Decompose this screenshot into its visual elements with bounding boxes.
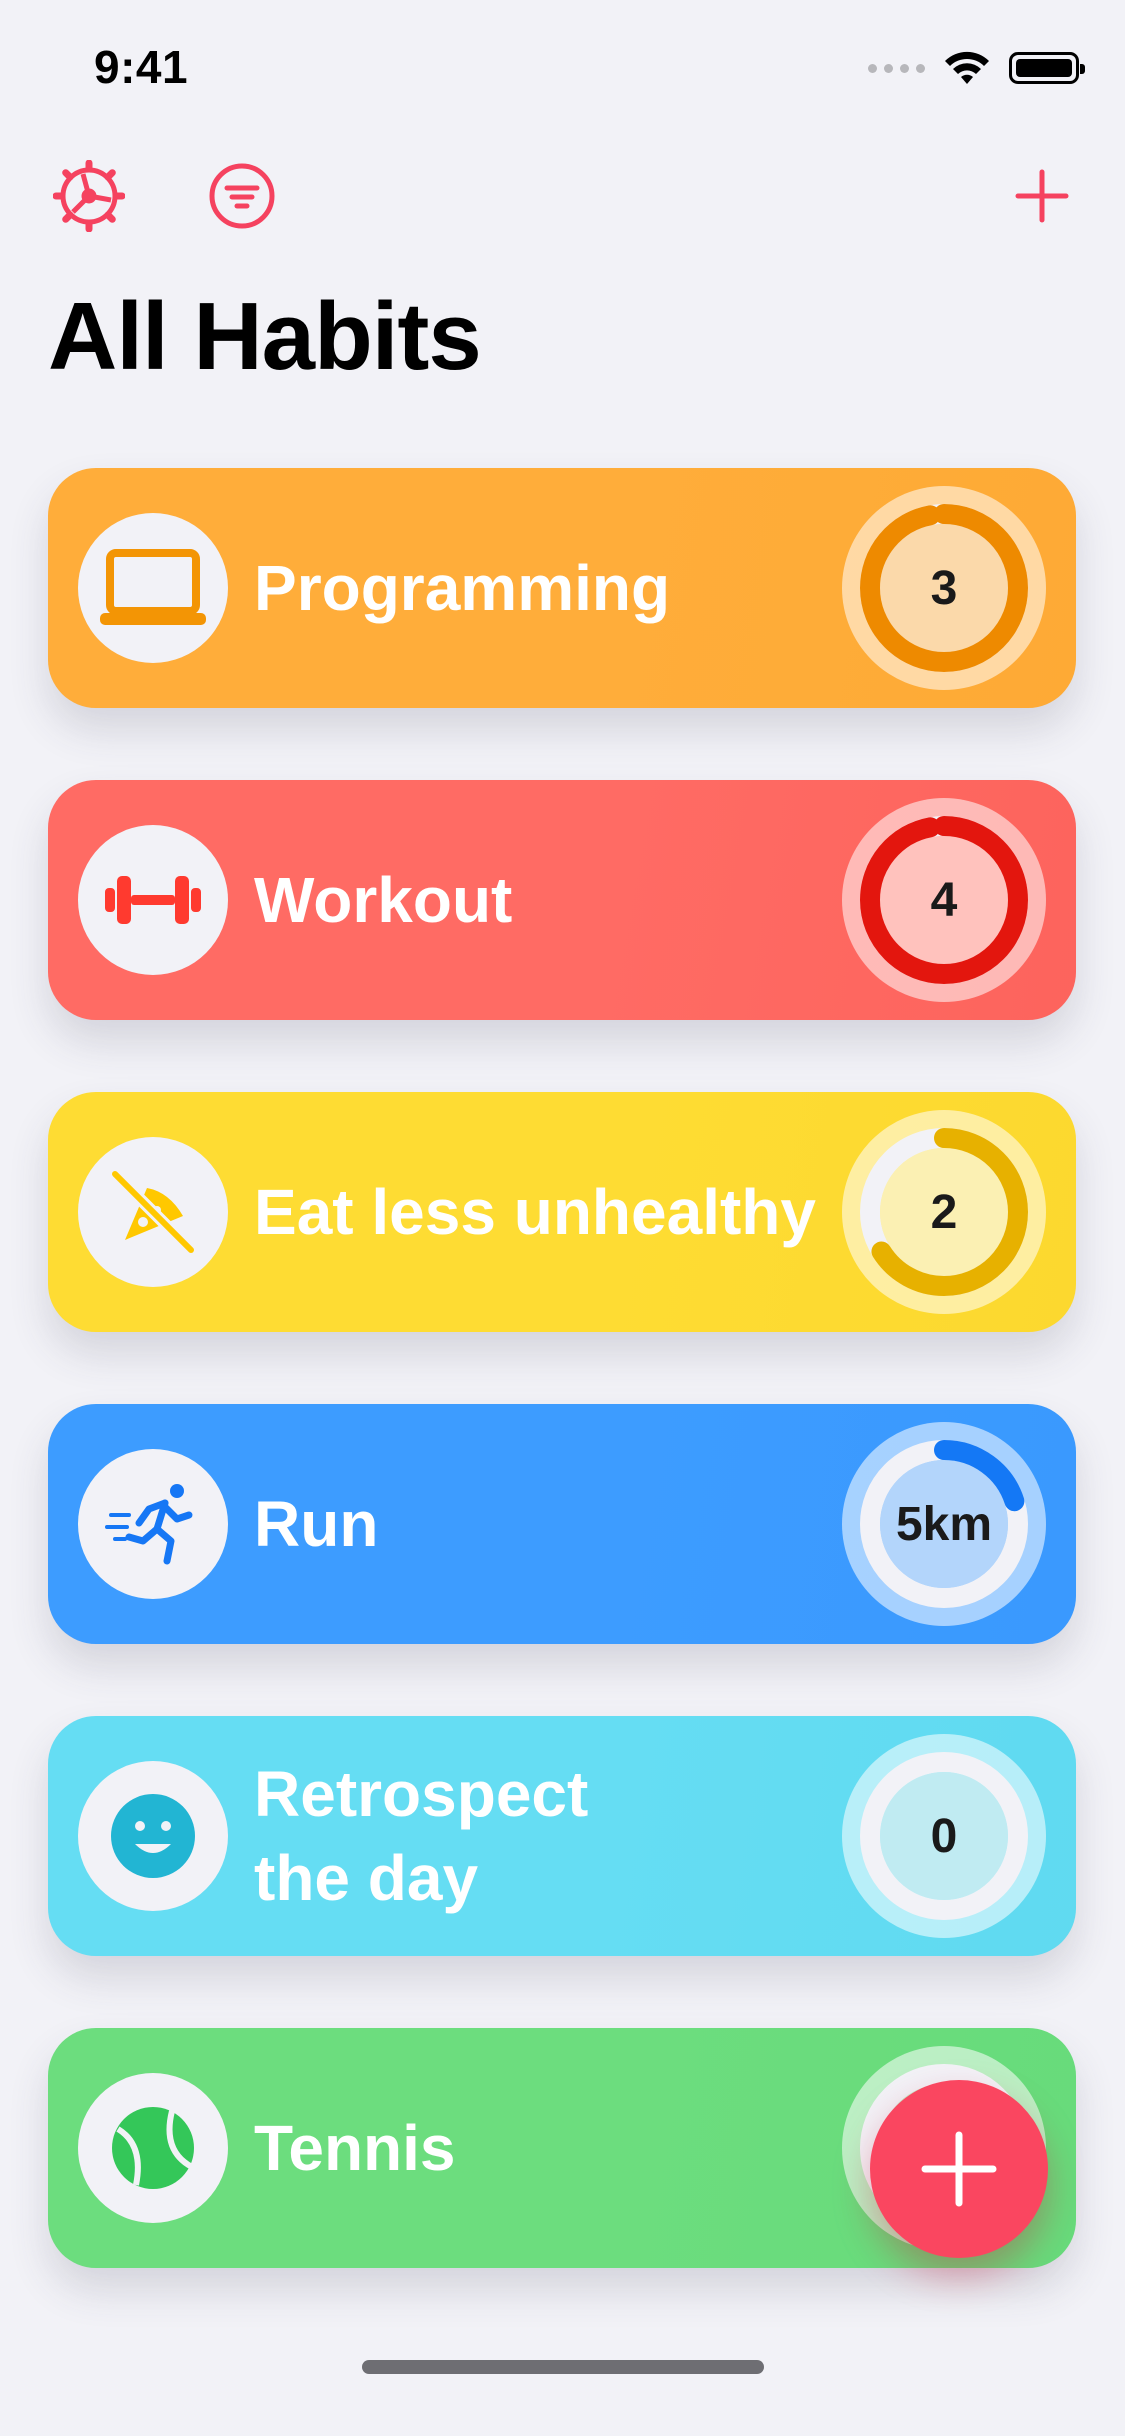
- habit-progress-ring[interactable]: 5km: [842, 1422, 1046, 1626]
- floating-add-button[interactable]: [870, 2080, 1048, 2258]
- filter-icon: [209, 163, 275, 229]
- filter-button[interactable]: [204, 158, 280, 234]
- habit-icon-badge: [78, 1137, 228, 1287]
- signal-icon: [868, 63, 925, 73]
- habit-card-run[interactable]: Run 5km: [48, 1404, 1076, 1644]
- habit-name: Retrospect the day: [254, 1716, 588, 1956]
- habit-progress-ring[interactable]: 0: [842, 1734, 1046, 1938]
- habit-icon-badge: [78, 513, 228, 663]
- habit-name: Programming: [254, 552, 671, 624]
- tennis-ball-icon: [112, 2107, 194, 2189]
- battery-icon: [1009, 52, 1085, 84]
- habit-icon-badge: [78, 1761, 228, 1911]
- habit-icon-badge: [78, 2073, 228, 2223]
- habit-count: 4: [930, 873, 958, 927]
- status-indicators: [868, 50, 1085, 86]
- dumbbell-icon: [105, 876, 201, 924]
- no-pizza-icon: [110, 1169, 196, 1255]
- gear-icon: [53, 160, 125, 232]
- habit-card-eat-less-unhealthy[interactable]: Eat less unhealthy 2: [48, 1092, 1076, 1332]
- habit-name: Run: [254, 1488, 379, 1560]
- add-habit-button[interactable]: [1004, 158, 1080, 234]
- habit-count: 3: [930, 561, 958, 615]
- laptop-icon: [100, 549, 206, 625]
- runner-icon: [105, 1484, 193, 1565]
- habit-count: 2: [930, 1185, 958, 1239]
- plus-icon: [921, 2131, 997, 2207]
- habit-progress-ring[interactable]: 4: [842, 798, 1046, 1002]
- smiley-icon: [111, 1794, 195, 1878]
- habit-name: Eat less unhealthy: [254, 1176, 816, 1248]
- habit-card-retrospect-the-day[interactable]: Retrospect the day 0: [48, 1716, 1076, 1956]
- habit-card-programming[interactable]: Programming 3: [48, 468, 1076, 708]
- habit-name-text: Retrospect the day: [254, 1758, 589, 1914]
- habit-count: 0: [930, 1809, 958, 1863]
- habit-name: Workout: [254, 864, 513, 936]
- settings-button[interactable]: [51, 158, 127, 234]
- habit-name: Tennis: [254, 2112, 456, 2184]
- habit-card-workout[interactable]: Workout 4: [48, 780, 1076, 1020]
- home-indicator: [362, 2360, 764, 2374]
- page-title: All Habits: [48, 283, 482, 390]
- status-time: 9:41: [94, 41, 189, 93]
- habit-icon-badge: [78, 1449, 228, 1599]
- habit-progress-ring[interactable]: 3: [842, 486, 1046, 690]
- wifi-icon: [945, 51, 989, 84]
- plus-icon: [1015, 169, 1069, 223]
- habit-progress-ring[interactable]: 2: [842, 1110, 1046, 1314]
- habit-icon-badge: [78, 825, 228, 975]
- habit-count: 5km: [895, 1497, 993, 1551]
